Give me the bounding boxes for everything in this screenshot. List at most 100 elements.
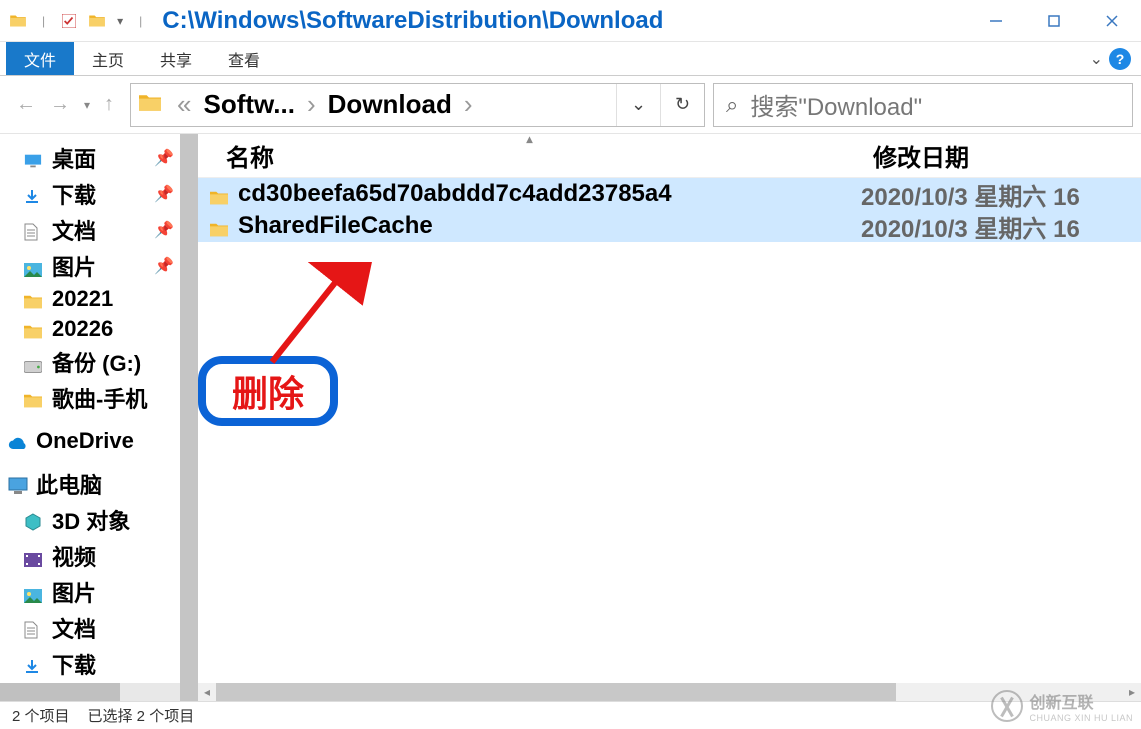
pc-icon — [8, 475, 28, 493]
folder-icon — [24, 389, 44, 407]
file-name: cd30beefa65d70abddd7c4add23785a4 — [238, 180, 672, 208]
sidebar-item-label: 备份 (G:) — [52, 346, 141, 378]
document-icon — [24, 221, 44, 239]
search-input[interactable]: ⌕ 搜索"Download" — [713, 83, 1133, 127]
pin-icon: 📌 — [154, 148, 174, 168]
window-title: C:\Windows\SoftwareDistribution\Download — [146, 7, 967, 35]
download-icon — [24, 185, 44, 203]
picture-icon — [24, 257, 44, 275]
tab-share[interactable]: 共享 — [142, 42, 210, 75]
watermark-logo-icon — [991, 690, 1023, 722]
sidebar-item-label: 下载 — [52, 648, 96, 680]
sidebar-item-label: OneDrive — [36, 428, 134, 454]
watermark-text: 创新互联 — [1029, 689, 1133, 713]
tab-view[interactable]: 查看 — [210, 42, 278, 75]
column-header-name[interactable]: ▴ 名称 — [198, 134, 861, 177]
nav-row: ← → ▾ ↑ « Softw... › Download › ⌄ ↻ ⌕ 搜索… — [0, 76, 1141, 134]
annotation-label: 删除 — [232, 365, 304, 417]
file-name: SharedFileCache — [238, 212, 433, 240]
scrollbar-thumb[interactable] — [216, 683, 896, 701]
drive-icon — [24, 353, 44, 371]
sidebar-item-label: 文档 — [52, 612, 96, 644]
sidebar-item[interactable]: 下载 — [0, 646, 198, 682]
maximize-button[interactable] — [1025, 0, 1083, 42]
ribbon-tabs: 文件 主页 共享 查看 ⌄ ? — [0, 42, 1141, 76]
ribbon-right-controls: ⌄ ? — [1090, 42, 1141, 75]
sidebar-item-label: 此电脑 — [36, 468, 102, 500]
nav-buttons: ← → ▾ ↑ — [8, 93, 122, 116]
breadcrumb-segment[interactable]: Download — [322, 89, 458, 120]
3d-icon — [24, 511, 44, 529]
sidebar-item-label: 文档 — [52, 214, 96, 246]
forward-button[interactable]: → — [50, 93, 70, 116]
collapse-ribbon-icon[interactable]: ⌄ — [1090, 49, 1103, 69]
column-headers: ▴ 名称 修改日期 — [198, 134, 1141, 178]
nav-scrollbar-thumb[interactable] — [180, 134, 198, 394]
sidebar-item[interactable]: 备份 (G:) — [0, 344, 198, 380]
download-icon — [24, 655, 44, 673]
folder-small-icon[interactable] — [89, 13, 105, 29]
sidebar-item[interactable]: 20221 — [0, 284, 198, 314]
sidebar-item[interactable]: 图片📌 — [0, 248, 198, 284]
sort-indicator-icon: ▴ — [526, 134, 532, 146]
sidebar-item[interactable]: 下载 📌 — [0, 176, 198, 212]
sidebar-item[interactable]: 3D 对象 — [0, 502, 198, 538]
help-icon[interactable]: ? — [1109, 48, 1131, 70]
address-bar[interactable]: « Softw... › Download › ⌄ ↻ — [130, 83, 705, 127]
annotation-callout: 删除 — [198, 356, 338, 426]
tab-file[interactable]: 文件 — [6, 42, 74, 75]
chevron-right-icon[interactable]: › — [301, 89, 322, 120]
breadcrumb-overflow[interactable]: « — [171, 89, 197, 120]
status-item-count: 2 个项目 — [12, 705, 70, 726]
tab-home[interactable]: 主页 — [74, 42, 142, 75]
history-dropdown-icon[interactable]: ▾ — [84, 98, 90, 112]
sidebar-item-label: 图片 — [52, 576, 96, 608]
picture-icon — [24, 583, 44, 601]
sidebar-item-thispc[interactable]: 此电脑 — [0, 466, 198, 502]
close-button[interactable] — [1083, 0, 1141, 42]
status-bar: 2 个项目 已选择 2 个项目 — [0, 701, 1141, 729]
folder-icon — [24, 320, 44, 338]
file-date: 2020/10/3 星期六 16 — [861, 177, 1141, 212]
sidebar-item-label: 20226 — [52, 316, 113, 342]
folder-icon — [10, 13, 26, 29]
sidebar-item[interactable]: 20226 — [0, 314, 198, 344]
file-row[interactable]: SharedFileCache2020/10/3 星期六 16 — [198, 210, 1141, 242]
sidebar-item[interactable]: 视频 — [0, 538, 198, 574]
file-row[interactable]: cd30beefa65d70abddd7c4add23785a4 2020/10/… — [198, 178, 1141, 210]
folder-icon — [139, 93, 163, 117]
address-dropdown-icon[interactable]: ⌄ — [616, 84, 660, 126]
file-list-pane: ▴ 名称 修改日期 cd30beefa65d70abddd7c4add23785… — [198, 134, 1141, 701]
sidebar-item[interactable]: 文档 📌 — [0, 212, 198, 248]
up-button[interactable]: ↑ — [104, 93, 114, 116]
desktop-icon — [24, 149, 44, 167]
search-icon: ⌕ — [726, 92, 738, 118]
nav-horizontal-scrollbar[interactable] — [0, 683, 180, 701]
window-controls — [967, 0, 1141, 42]
minimize-button[interactable] — [967, 0, 1025, 42]
sidebar-item-onedrive[interactable]: OneDrive — [0, 426, 198, 456]
column-header-date[interactable]: 修改日期 — [861, 134, 1141, 177]
pin-icon: 📌 — [154, 220, 174, 240]
chevron-right-icon[interactable]: › — [458, 89, 479, 120]
qat-separator: | — [135, 14, 146, 28]
sidebar-item-label: 歌曲-手机 — [52, 382, 147, 414]
back-button[interactable]: ← — [16, 93, 36, 116]
breadcrumb-segment[interactable]: Softw... — [198, 89, 301, 120]
qat-separator: | — [38, 14, 49, 28]
checkbox-icon[interactable] — [61, 13, 77, 29]
scroll-left-icon[interactable]: ◂ — [198, 685, 216, 699]
sidebar-item-label: 视频 — [52, 540, 96, 572]
search-placeholder: 搜索"Download" — [750, 87, 922, 122]
qat-dropdown-icon[interactable]: ▾ — [117, 14, 123, 28]
sidebar-item[interactable]: 图片 — [0, 574, 198, 610]
refresh-button[interactable]: ↻ — [660, 84, 704, 126]
sidebar-item[interactable]: 桌面📌 — [0, 140, 198, 176]
nav-scrollbar-thumb[interactable] — [180, 454, 198, 664]
sidebar-item[interactable]: 文档 — [0, 610, 198, 646]
sidebar-item-label: 下载 — [52, 178, 96, 210]
sidebar-item[interactable]: 歌曲-手机 — [0, 380, 198, 416]
pin-icon: 📌 — [154, 184, 174, 204]
sidebar-item-label: 图片 — [52, 250, 96, 282]
status-selection: 已选择 2 个项目 — [88, 705, 195, 726]
